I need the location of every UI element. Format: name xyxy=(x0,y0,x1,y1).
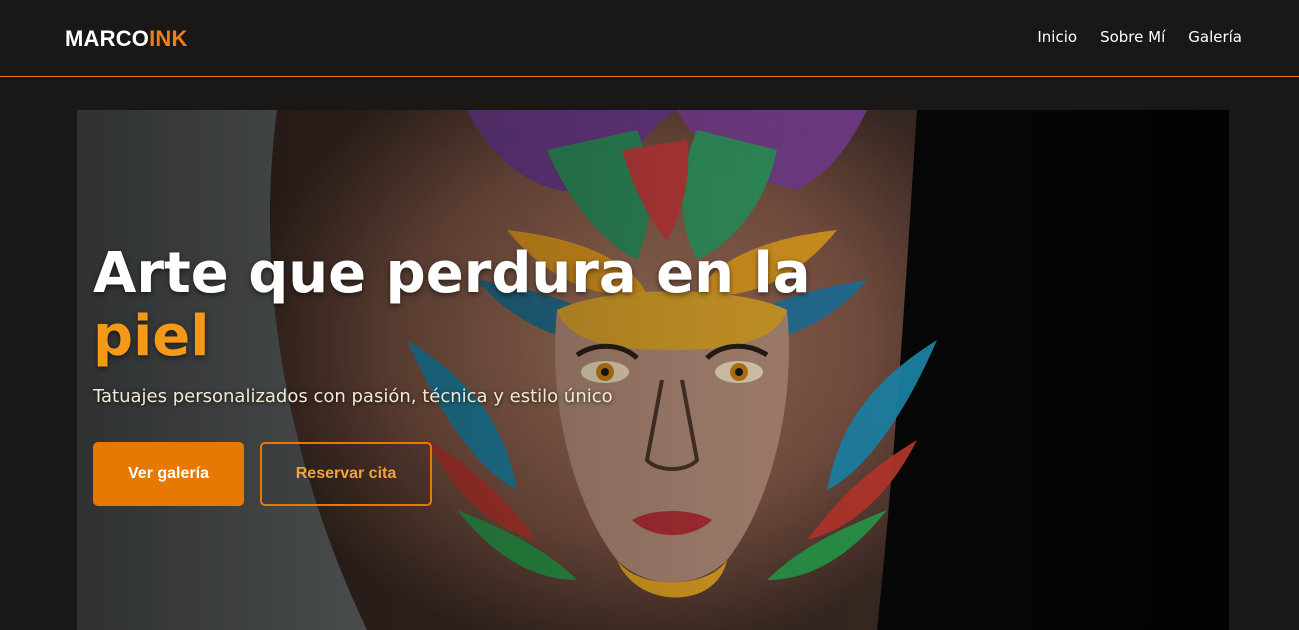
hero-title-highlight: piel xyxy=(93,304,210,369)
hero-title-line1: Arte que perdura en la xyxy=(93,241,811,306)
hero-title: Arte que perdura en la piel xyxy=(93,242,811,368)
view-gallery-button[interactable]: Ver galería xyxy=(93,442,244,506)
nav-link-galeria[interactable]: Galería xyxy=(1188,28,1242,46)
book-appointment-button[interactable]: Reservar cita xyxy=(260,442,432,506)
brand-name-part1: MARCO xyxy=(65,26,150,51)
hero-background-image xyxy=(77,110,1229,630)
brand-logo[interactable]: MARCOINK xyxy=(65,26,188,52)
brand-name-part2: INK xyxy=(149,26,188,51)
main-nav: Inicio Sobre Mí Galería xyxy=(1037,28,1242,46)
hero-section: Arte que perdura en la piel Tatuajes per… xyxy=(77,110,1229,630)
hero-subtitle: Tatuajes personalizados con pasión, técn… xyxy=(93,386,613,407)
nav-link-sobre-mi[interactable]: Sobre Mí xyxy=(1100,28,1165,46)
navbar: MARCOINK Inicio Sobre Mí Galería xyxy=(0,0,1299,77)
nav-link-inicio[interactable]: Inicio xyxy=(1037,28,1077,46)
